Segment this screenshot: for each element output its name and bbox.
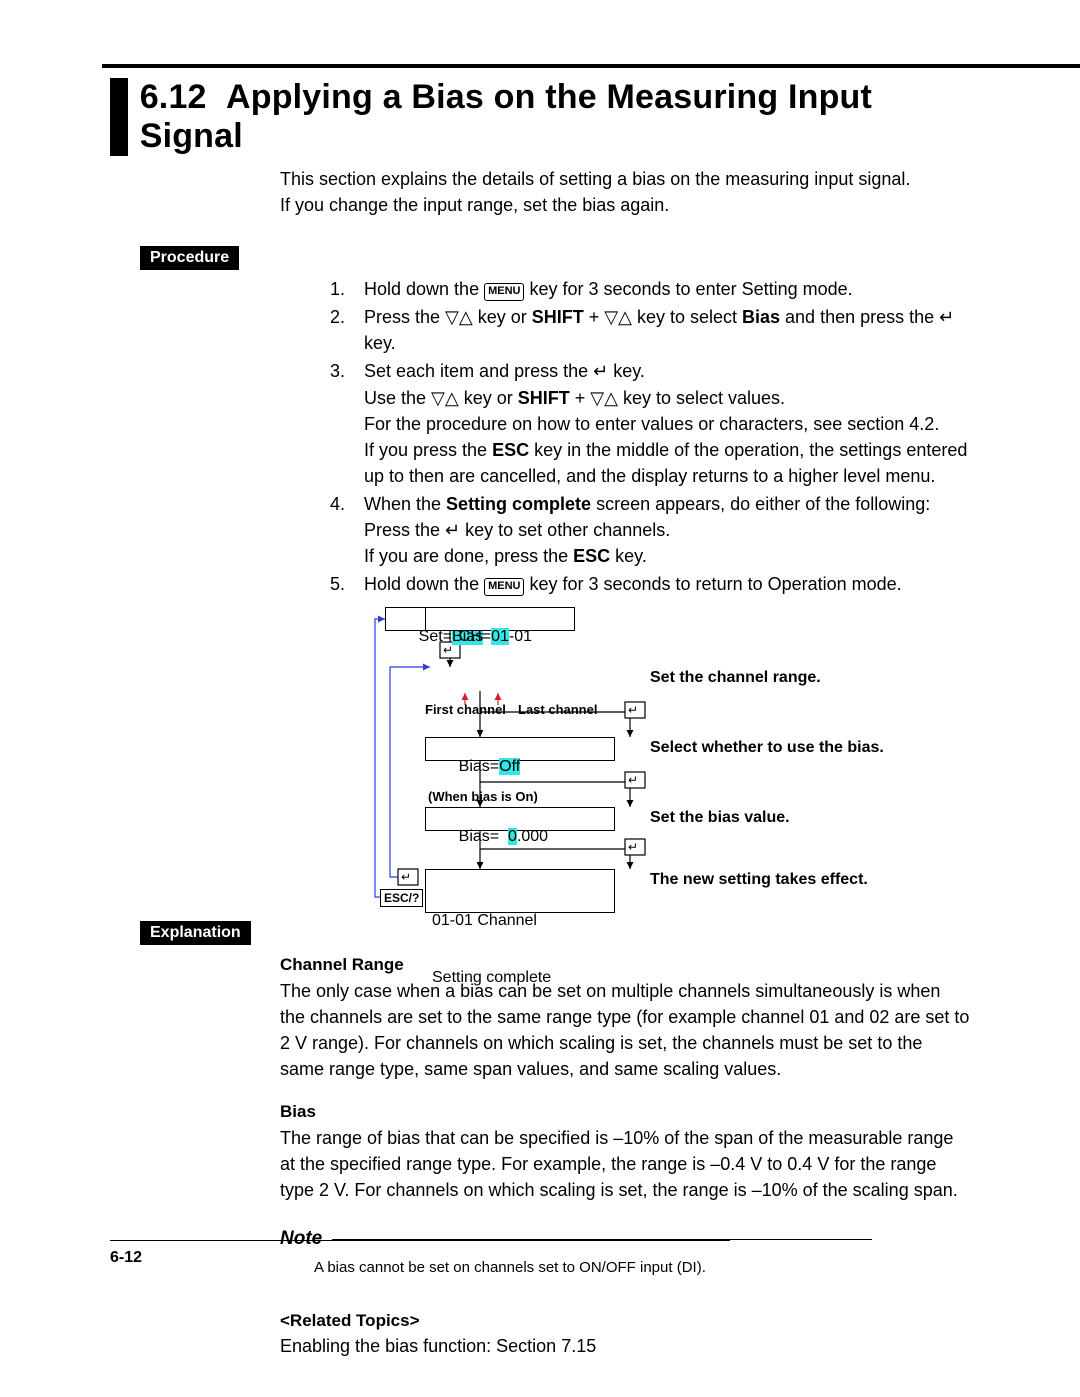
menu-key-icon: MENU	[484, 578, 524, 596]
section-heading: 6.12 Applying a Bias on the Measuring In…	[110, 78, 970, 156]
related-topics-text: Enabling the bias function: Section 7.15	[280, 1333, 970, 1359]
explanation-label: Explanation	[140, 921, 251, 945]
bias-heading: Bias	[280, 1100, 970, 1125]
intro-paragraph: This section explains the details of set…	[280, 166, 970, 218]
svg-text:↵: ↵	[628, 703, 638, 717]
procedure-step: 4. When the Setting complete screen appe…	[330, 491, 970, 569]
intro-line: If you change the input range, set the b…	[280, 192, 970, 218]
procedure-step: 2. Press the ▽△ key or SHIFT + ▽△ key to…	[330, 304, 970, 356]
svg-text:↵: ↵	[628, 773, 638, 787]
channel-range-heading: Channel Range	[280, 953, 970, 978]
top-rule	[102, 64, 1080, 68]
section-title: Applying a Bias on the Measuring Input S…	[140, 78, 872, 155]
lcd-channel-range: CH=01-01	[425, 607, 575, 631]
intro-line: This section explains the details of set…	[280, 166, 970, 192]
enter-key-icon: ↵	[445, 520, 460, 540]
enter-key-icon: ↵	[939, 307, 954, 327]
when-bias-on-caption: (When bias is On)	[428, 789, 538, 804]
diagram-connectors: ↵ ↵ ↵ ↵ ↵	[280, 607, 980, 917]
diagram-right-label: Set the bias value.	[650, 809, 790, 827]
bias-text: The range of bias that can be specified …	[280, 1125, 970, 1203]
heading-accent-bar	[110, 78, 128, 156]
svg-text:↵: ↵	[401, 870, 411, 884]
enter-key-icon: ↵	[593, 361, 608, 381]
explanation-body: Channel Range The only case when a bias …	[280, 953, 970, 1359]
footer-rule	[110, 1240, 730, 1241]
diagram-right-label: Select whether to use the bias.	[650, 739, 884, 757]
procedure-step: 5. Hold down the MENU key for 3 seconds …	[330, 571, 970, 597]
first-channel-caption: First channel	[425, 702, 506, 717]
lcd-setting-complete: 01-01 Channel Setting complete	[425, 869, 615, 913]
procedure-list: 1. Hold down the MENU key for 3 seconds …	[110, 276, 970, 597]
channel-range-text: The only case when a bias can be set on …	[280, 978, 970, 1082]
procedure-step: 3. Set each item and press the ↵ key. Us…	[330, 358, 970, 488]
page-footer: 6-12	[110, 1240, 730, 1267]
section-number: 6.12	[140, 78, 207, 116]
lcd-bias-value: Bias= 0.000	[425, 807, 615, 831]
procedure-step: 1. Hold down the MENU key for 3 seconds …	[330, 276, 970, 302]
diagram-right-label: The new setting takes effect.	[650, 871, 868, 889]
last-channel-caption: Last channel	[518, 702, 597, 717]
flow-diagram: ↵ ↵ ↵ ↵ ↵ Set	[280, 607, 970, 917]
esc-help-key-icon: ESC/?	[380, 889, 423, 907]
svg-text:↵: ↵	[628, 840, 638, 854]
related-topics-heading: <Related Topics>	[280, 1309, 970, 1334]
page-number: 6-12	[110, 1249, 142, 1266]
procedure-label: Procedure	[140, 246, 239, 270]
menu-key-icon: MENU	[484, 283, 524, 301]
lcd-bias-onoff: Bias=Off	[425, 737, 615, 761]
diagram-right-label: Set the channel range.	[650, 669, 821, 687]
